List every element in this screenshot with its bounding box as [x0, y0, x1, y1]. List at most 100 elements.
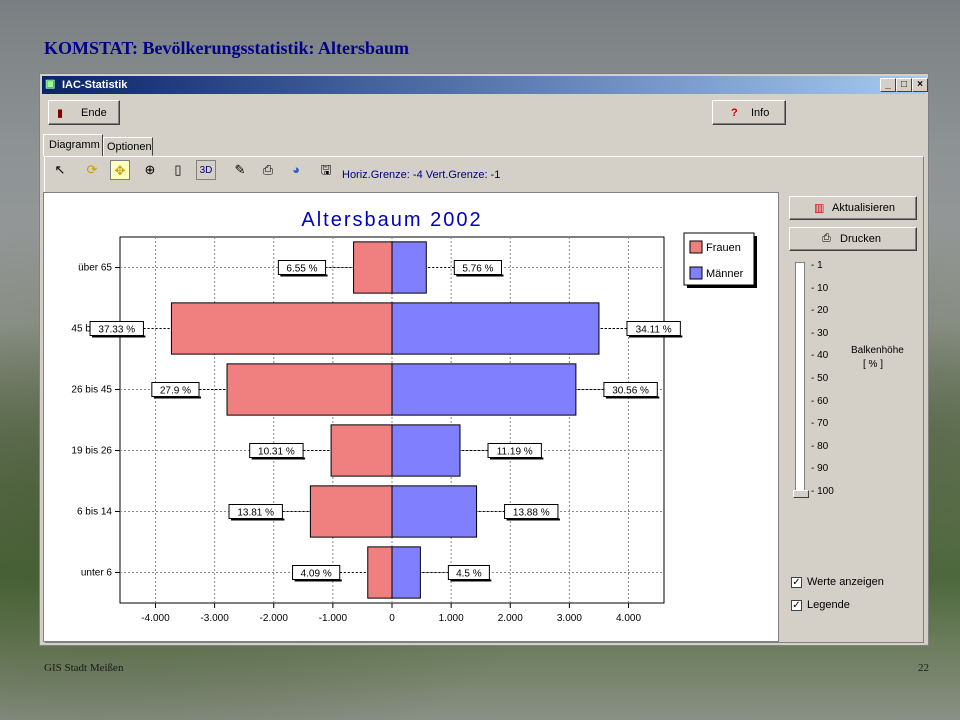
value-label-shadow [605, 396, 660, 399]
legende-label: Legende [807, 599, 850, 611]
slider-thumb[interactable] [793, 490, 809, 498]
maximize-button[interactable]: □ [896, 78, 912, 92]
x-tick-label: -1.000 [319, 613, 348, 624]
move-icon[interactable]: ✥ [110, 160, 130, 180]
value-label-shadow [280, 274, 328, 277]
legend-swatch [689, 240, 703, 254]
balkenhoehe-label: Balkenhöhe [851, 345, 904, 356]
chart-icon: ▥ [814, 202, 825, 215]
pointer-arrow-icon[interactable]: ↖ [50, 160, 70, 180]
legend-swatch [689, 266, 703, 280]
slider-tick-label: - 10 [811, 282, 829, 294]
legend-label: Frauen [706, 242, 741, 254]
value-label: 11.19 % [497, 447, 533, 458]
edit-pencil-icon[interactable]: ✎ [230, 160, 250, 180]
threed-button[interactable]: 3D [196, 160, 216, 180]
werte-anzeigen-checkbox[interactable]: ✓ [791, 577, 802, 588]
bar-frauen [367, 546, 393, 599]
value-label: 6.55 % [286, 264, 317, 275]
page-icon[interactable]: ▯ [168, 160, 188, 180]
legende-checkbox[interactable]: ✓ [791, 600, 802, 611]
bar-männer [391, 424, 461, 477]
minimize-button[interactable]: _ [880, 78, 896, 92]
tab-optionen[interactable]: Optionen [103, 137, 153, 156]
bar-männer [391, 546, 421, 599]
chart-title: Altersbaum 2002 [301, 209, 482, 231]
category-label: 6 bis 14 [77, 507, 112, 518]
legend-label: Männer [706, 268, 744, 280]
bar-frauen [170, 302, 393, 355]
slider-tick-label: - 90 [811, 463, 829, 475]
slider-tick-label: - 50 [811, 373, 829, 384]
app-window: ▣ IAC-Statistik _ □ × ▮ Ende ? Info Diag… [39, 73, 929, 646]
x-tick-label: 2.000 [498, 613, 523, 624]
window-title: IAC-Statistik [62, 79, 128, 91]
bar-frauen [330, 424, 393, 477]
zoom-icon[interactable]: ⊕ [140, 160, 160, 180]
footer-credit: GIS Stadt Meißen [44, 662, 124, 674]
bar-männer [391, 302, 600, 355]
close-button[interactable]: × [912, 78, 928, 92]
aktualisieren-label: Aktualisieren [832, 202, 895, 214]
x-tick-label: -4.000 [141, 613, 170, 624]
printer-icon[interactable]: ⎙ [258, 160, 278, 180]
x-tick-label: 4.000 [616, 613, 641, 624]
category-label: über 65 [78, 263, 112, 274]
value-label-shadow [92, 335, 146, 338]
x-tick-label: 1.000 [439, 613, 464, 624]
refresh-icon[interactable]: ⟳ [82, 160, 102, 180]
slider-tick-label: - 80 [811, 440, 829, 452]
info-label: Info [751, 106, 770, 119]
drucken-label: Drucken [840, 233, 881, 245]
slider-tick-label: - 20 [811, 305, 829, 317]
bar-frauen [309, 485, 393, 538]
bar-frauen [226, 363, 393, 416]
value-label: 37.33 % [98, 325, 135, 336]
value-label-shadow [450, 579, 492, 582]
value-label-shadow [490, 457, 544, 460]
app-icon: ▣ [45, 78, 56, 90]
balkenhoehe-slider[interactable] [795, 262, 805, 494]
chart-area: Altersbaum 2002 -4.000 -3.000 -2.000 -1.000 0… [43, 192, 779, 642]
x-tick-label: -3.000 [200, 613, 229, 624]
drucken-button[interactable]: ⎙ Drucken [789, 227, 917, 251]
altersbaum-chart: Altersbaum 2002 -4.000 -3.000 -2.000 -1.000 0… [71, 209, 757, 624]
question-icon: ? [731, 106, 738, 119]
bar-männer [391, 485, 478, 538]
category-label: unter 6 [81, 568, 113, 579]
value-label-shadow [251, 457, 306, 460]
value-label: 13.88 % [513, 508, 550, 519]
ende-label: Ende [81, 106, 107, 119]
bar-männer [391, 241, 427, 294]
x-tick-label: -2.000 [260, 613, 289, 624]
value-label-shadow [294, 579, 342, 582]
value-label-shadow [153, 396, 202, 399]
save-disk-icon[interactable]: 🖫 [316, 160, 336, 180]
slider-tick-label: - 30 [811, 327, 829, 339]
color-palette-icon[interactable]: ◕ [286, 160, 306, 180]
slider-tick-label: - 40 [811, 350, 829, 362]
info-button[interactable]: ? Info [712, 100, 786, 125]
value-label-shadow [456, 274, 504, 277]
value-label-shadow [231, 518, 285, 521]
grenze-readout: Horiz.Grenze: -4 Vert.Grenze: -1 [342, 169, 501, 181]
window-titlebar: ▣ IAC-Statistik _ □ × [42, 76, 928, 94]
slider-tick-label: - 70 [811, 418, 829, 430]
right-panel: ▥ Aktualisieren ⎙ Drucken - 1 - 10 - 20 - 3… [781, 192, 921, 642]
slider-tick-label: - 60 [811, 395, 829, 407]
slider-tick-label: - 1 [811, 260, 823, 271]
value-label: 4.09 % [301, 569, 332, 580]
slider-tick-label: - 100 [811, 486, 834, 497]
aktualisieren-button[interactable]: ▥ Aktualisieren [789, 196, 917, 220]
tab-diagramm[interactable]: Diagramm [43, 134, 103, 156]
werte-anzeigen-label: Werte anzeigen [807, 576, 884, 588]
balkenhoehe-unit: [ % ] [863, 359, 884, 370]
category-label: 19 bis 26 [71, 446, 112, 457]
x-tick-label: 0 [389, 613, 395, 624]
category-label: 26 bis 45 [71, 385, 112, 396]
ende-button[interactable]: ▮ Ende [48, 100, 120, 125]
printer-small-icon: ⎙ [822, 232, 831, 245]
value-label: 4.5 % [456, 569, 482, 580]
value-label: 10.31 % [258, 447, 295, 458]
value-label: 30.56 % [612, 386, 649, 397]
